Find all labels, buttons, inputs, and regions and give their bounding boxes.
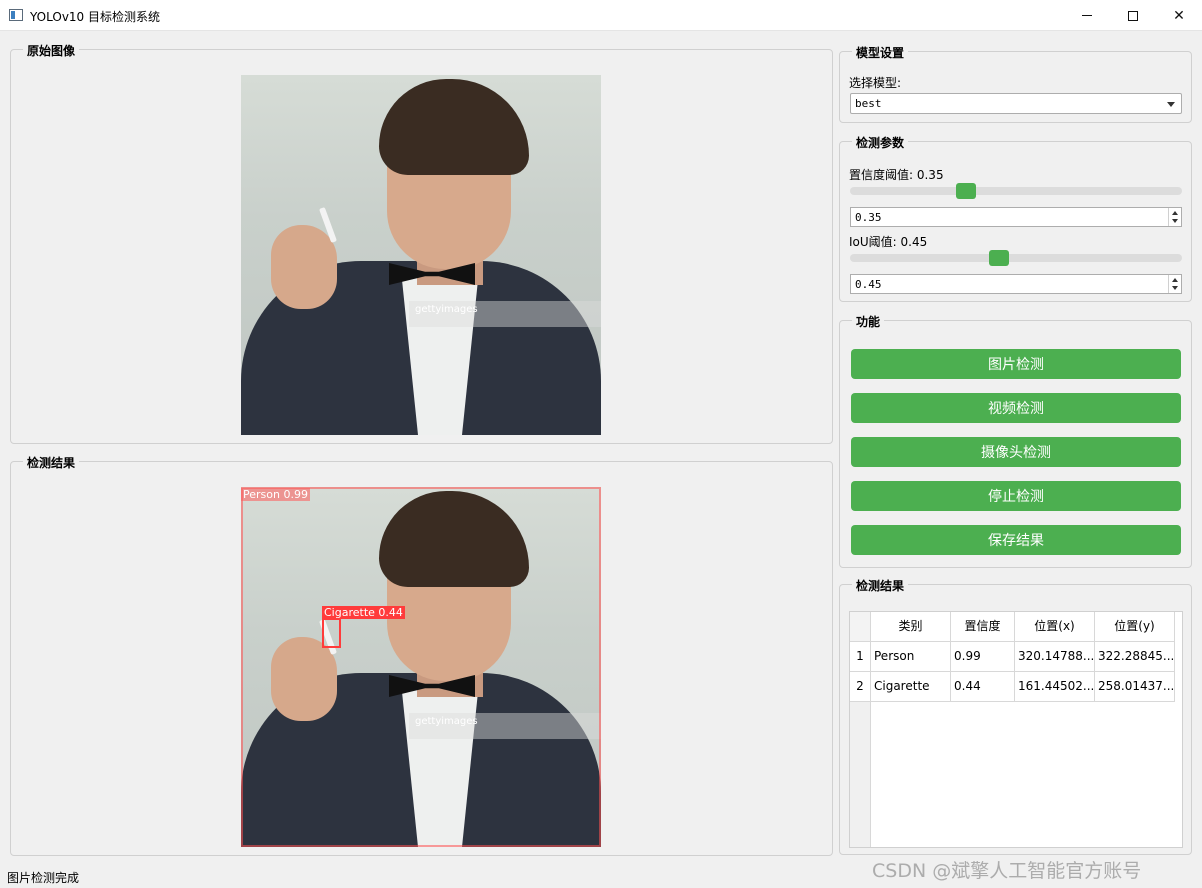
iou-spin-arrows[interactable] [1168,275,1181,293]
maximize-icon [1128,10,1138,21]
person-detection-label: Person 0.99 [241,488,310,501]
detect-params-title: 检测参数 [852,134,909,151]
spin-up-icon [1172,211,1178,215]
table-cell-class[interactable]: Person [871,642,951,672]
table-cell-y[interactable]: 258.01437... [1095,672,1175,702]
save-results-button[interactable]: 保存结果 [851,525,1181,555]
original-image: gettyimages [241,75,601,435]
iou-slider[interactable] [850,248,1182,268]
select-model-label: 选择模型: [849,76,902,90]
table-cell-confidence[interactable]: 0.44 [951,672,1015,702]
result-image-title: 检测结果 [23,454,80,471]
spin-down-icon [1172,286,1178,290]
image-detect-button[interactable]: 图片检测 [851,349,1181,379]
confidence-spin-arrows[interactable] [1168,208,1181,226]
app-icon [9,9,23,21]
image-watermark: gettyimages [415,304,478,315]
column-header-y[interactable]: 位置(y) [1095,612,1175,642]
model-settings-panel: 模型设置 选择模型: best [839,44,1192,123]
row-header[interactable]: 2 [850,672,871,702]
spin-down-icon [1172,219,1178,223]
model-settings-title: 模型设置 [852,44,909,61]
results-table[interactable]: 类别 置信度 位置(x) 位置(y) 1 Person 0.99 320.147… [849,611,1183,848]
row-header[interactable]: 1 [850,642,871,672]
iou-spinbox-value: 0.45 [855,278,882,291]
table-cell-confidence[interactable]: 0.99 [951,642,1015,672]
chevron-down-icon [1167,102,1175,107]
confidence-spinbox-value: 0.35 [855,211,882,224]
spin-up-icon [1172,278,1178,282]
table-cell-x[interactable]: 320.14788... [1015,642,1095,672]
iou-slider-track [850,254,1182,262]
results-table-panel: 检测结果 类别 置信度 位置(x) 位置(y) 1 Person 0.99 32… [839,577,1192,855]
model-select[interactable]: best [850,93,1182,114]
close-icon: ✕ [1173,7,1185,24]
detect-params-panel: 检测参数 置信度阈值: 0.35 0.35 IoU阈值: 0.45 0.45 [839,134,1192,302]
window-title: YOLOv10 目标检测系统 [30,10,161,24]
column-header-class[interactable]: 类别 [871,612,951,642]
title-bar: YOLOv10 目标检测系统 ✕ [0,0,1202,31]
result-image-panel: 检测结果 gettyimages Person 0.99 Cigarette 0… [10,454,833,856]
original-image-title: 原始图像 [23,42,80,59]
iou-slider-handle[interactable] [989,250,1010,266]
cigarette-detection-label: Cigarette 0.44 [322,606,405,619]
functions-title: 功能 [852,313,885,330]
close-button[interactable]: ✕ [1156,0,1202,31]
confidence-slider[interactable] [850,181,1182,201]
result-image: gettyimages Person 0.99 Cigarette 0.44 [241,487,601,847]
camera-detect-button[interactable]: 摄像头检测 [851,437,1181,467]
csdn-watermark: CSDN @斌擎人工智能官方账号 [872,860,1142,882]
minimize-icon [1082,15,1092,16]
cigarette-detection-box [322,618,341,648]
status-bar: 图片检测完成 [7,871,80,885]
confidence-slider-handle[interactable] [956,183,977,199]
maximize-button[interactable] [1110,0,1156,31]
confidence-slider-track [850,187,1182,195]
table-cell-y[interactable]: 322.28845... [1095,642,1175,672]
model-select-value: best [855,97,882,110]
original-image-panel: 原始图像 gettyimages [10,42,833,444]
column-header-confidence[interactable]: 置信度 [951,612,1015,642]
functions-panel: 功能 图片检测 视频检测 摄像头检测 停止检测 保存结果 [839,313,1192,568]
table-cell-class[interactable]: Cigarette [871,672,951,702]
table-cell-x[interactable]: 161.44502... [1015,672,1095,702]
iou-spinbox[interactable]: 0.45 [850,274,1182,294]
stop-detect-button[interactable]: 停止检测 [851,481,1181,511]
confidence-spinbox[interactable]: 0.35 [850,207,1182,227]
person-detection-box [241,487,601,847]
video-detect-button[interactable]: 视频检测 [851,393,1181,423]
column-header-x[interactable]: 位置(x) [1015,612,1095,642]
results-table-title: 检测结果 [852,577,909,594]
minimize-button[interactable] [1064,0,1110,31]
table-corner[interactable] [850,612,871,642]
